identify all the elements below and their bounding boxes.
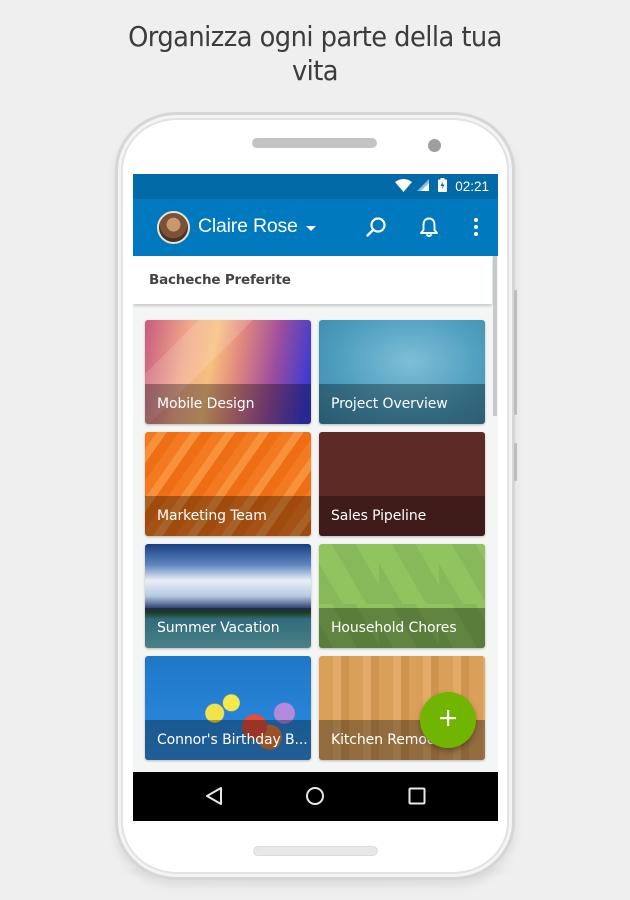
status-bar: 02:21 [133,174,498,199]
section-header: Bacheche Preferite [133,256,492,304]
board-title: Marketing Team [157,508,267,524]
board-card[interactable]: Project Overview [319,320,485,424]
home-icon[interactable] [304,785,326,807]
section-title: Bacheche Preferite [149,272,291,288]
scrollbar[interactable] [493,256,497,416]
cellular-signal-icon [417,179,430,194]
phone-home-bar [253,846,378,856]
app-bar: Claire Rose [133,199,498,256]
promo-headline-line-2: vita [291,54,339,87]
board-title: Sales Pipeline [331,508,427,524]
more-vert-icon[interactable] [464,215,488,239]
promo-headline: Organizza ogni parte della tua vita [25,20,605,88]
add-board-button[interactable] [420,692,476,748]
promo-headline-line-1: Organizza ogni parte della tua [128,20,502,53]
board-title: Household Chores [331,620,457,636]
navigation-bar [133,772,498,821]
phone-power-button [514,443,517,481]
board-card[interactable]: Marketing Team [145,432,311,536]
board-title: Mobile Design [157,396,255,412]
search-icon[interactable] [364,215,388,239]
board-card[interactable]: Summer Vacation [145,544,311,648]
board-card[interactable]: Mobile Design [145,320,311,424]
caret-down-icon[interactable] [306,226,316,231]
status-time: 02:21 [455,179,489,194]
account-name[interactable]: Claire Rose [198,215,298,238]
phone-speaker [252,138,377,148]
board-title: Summer Vacation [157,620,280,636]
board-title: Connor's Birthday B... [157,732,308,748]
bell-icon[interactable] [417,215,441,239]
phone-volume-button [514,290,517,415]
wifi-icon [395,178,413,195]
battery-charging-icon [438,178,448,195]
board-card[interactable]: Sales Pipeline [319,432,485,536]
board-card[interactable]: Connor's Birthday B... [145,656,311,760]
board-card[interactable]: Household Chores [319,544,485,648]
phone-camera [428,139,441,152]
plus-icon [440,709,456,731]
avatar[interactable] [157,211,190,244]
recents-icon[interactable] [406,785,428,807]
phone-screen: 02:21 Claire Rose Bacheche Preferite Mob… [133,174,498,821]
board-title: Project Overview [331,396,448,412]
back-icon[interactable] [203,785,225,807]
